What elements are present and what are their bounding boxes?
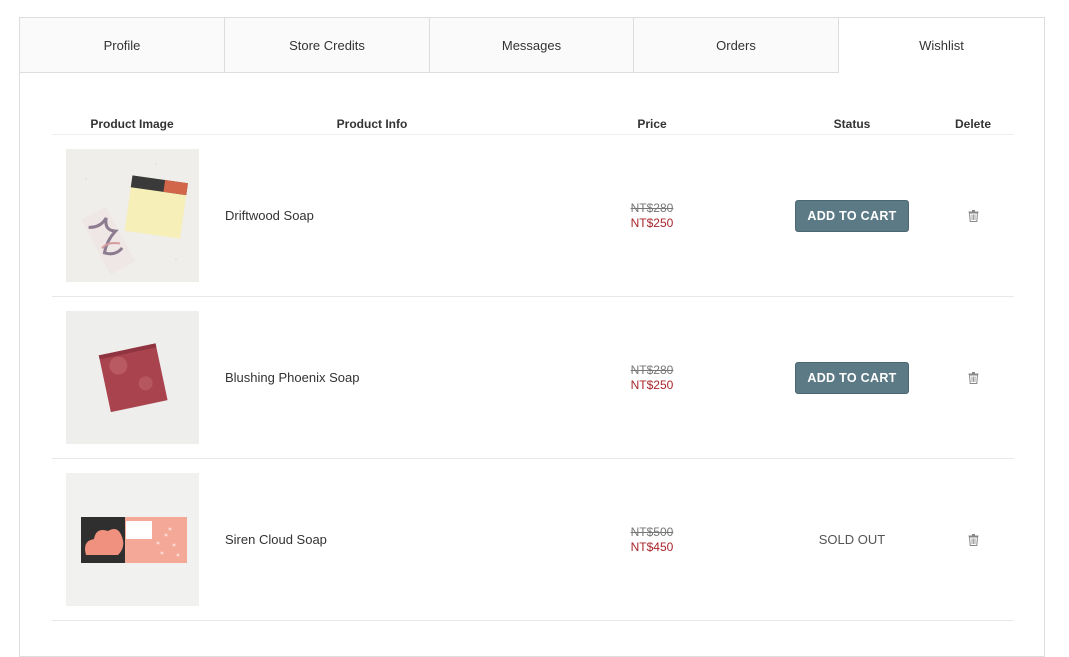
header-product-info: Product Info — [336, 116, 408, 131]
header-status: Status — [833, 116, 871, 131]
price-sale: NT$250 — [630, 377, 674, 392]
add-to-cart-button[interactable]: ADD TO CART — [795, 199, 909, 232]
table-row: Siren Cloud Soap NT$500 NT$450 SOLD OUT — [52, 459, 1014, 621]
trash-icon[interactable] — [968, 533, 979, 546]
price-sale: NT$450 — [630, 539, 674, 554]
tab-profile[interactable]: Profile — [20, 18, 225, 73]
tab-wishlist[interactable]: Wishlist — [839, 18, 1044, 73]
product-name[interactable]: Blushing Phoenix Soap — [212, 370, 532, 385]
price-cell: NT$280 NT$250 — [532, 363, 772, 393]
price-cell: NT$280 NT$250 — [532, 201, 772, 231]
product-name[interactable]: Siren Cloud Soap — [212, 532, 532, 547]
product-name[interactable]: Driftwood Soap — [212, 208, 532, 223]
price-original: NT$500 — [630, 524, 674, 539]
trash-icon[interactable] — [968, 371, 979, 384]
tab-store-credits[interactable]: Store Credits — [225, 18, 430, 73]
product-image-siren-cloud[interactable] — [65, 473, 199, 606]
price-original: NT$280 — [630, 200, 674, 215]
add-to-cart-button[interactable]: ADD TO CART — [795, 361, 909, 394]
driftwood-soap-image — [65, 149, 199, 282]
product-image-blushing-phoenix[interactable] — [65, 311, 199, 444]
table-row: Driftwood Soap NT$280 NT$250 ADD TO CART — [52, 135, 1014, 297]
sold-out-label: SOLD OUT — [818, 532, 886, 547]
header-price: Price — [637, 116, 667, 131]
blushing-phoenix-soap-image — [65, 311, 199, 444]
table-row: Blushing Phoenix Soap NT$280 NT$250 ADD … — [52, 297, 1014, 459]
account-panel: Profile Store Credits Messages Orders Wi… — [19, 17, 1045, 657]
price-sale: NT$250 — [630, 215, 674, 230]
price-cell: NT$500 NT$450 — [532, 525, 772, 555]
trash-icon[interactable] — [968, 209, 979, 222]
tab-orders[interactable]: Orders — [634, 18, 839, 73]
header-delete: Delete — [954, 116, 992, 131]
header-product-image: Product Image — [90, 116, 174, 131]
account-tabs: Profile Store Credits Messages Orders Wi… — [20, 18, 1044, 73]
price-original: NT$280 — [630, 362, 674, 377]
table-header: Product Image Product Info Price Status … — [52, 113, 1014, 135]
product-image-driftwood[interactable] — [65, 149, 199, 282]
siren-cloud-soap-image — [65, 473, 199, 606]
tab-messages[interactable]: Messages — [430, 18, 634, 73]
wishlist-table: Product Image Product Info Price Status … — [52, 113, 1014, 621]
